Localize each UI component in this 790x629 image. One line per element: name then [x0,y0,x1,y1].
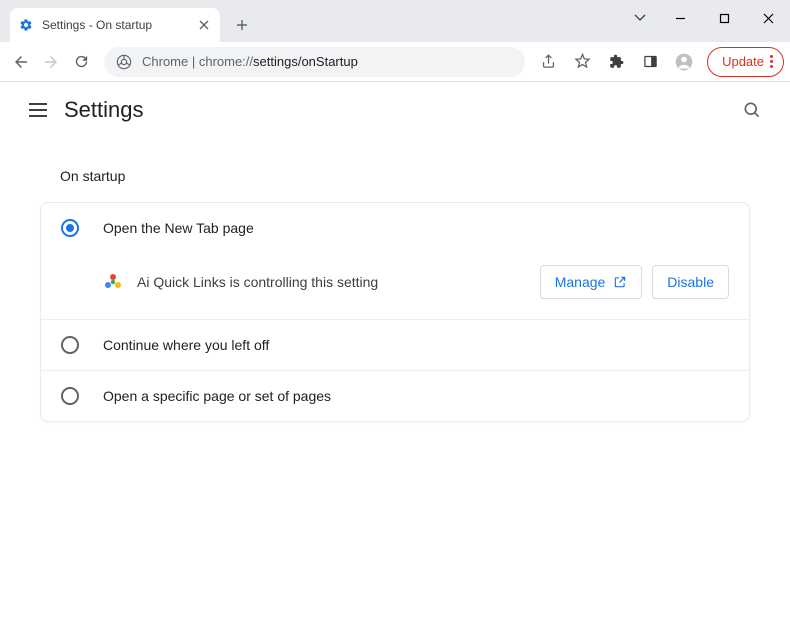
chevron-down-icon[interactable] [622,0,658,36]
address-bar[interactable]: Chrome | chrome://settings/onStartup [104,47,525,77]
startup-card: Open the New Tab page Ai Quick Links is … [40,202,750,422]
option-continue[interactable]: Continue where you left off [41,319,749,370]
profile-icon[interactable] [669,47,699,77]
option-new-tab[interactable]: Open the New Tab page [41,203,749,253]
extension-message: Ai Quick Links is controlling this setti… [137,274,378,290]
content: On startup Open the New Tab page Ai Quic… [0,138,790,442]
more-icon [770,55,773,68]
extensions-icon[interactable] [601,47,631,77]
option-label: Continue where you left off [103,337,269,353]
toolbar: Chrome | chrome://settings/onStartup Upd… [0,42,790,82]
title-bar: Settings - On startup [0,0,790,42]
back-button[interactable] [6,47,36,77]
tab-title: Settings - On startup [42,18,196,32]
radio-unselected[interactable] [61,336,79,354]
address-path: settings/onStartup [253,54,358,69]
reload-button[interactable] [66,47,96,77]
address-prefix: Chrome | chrome:// [142,54,253,69]
page-title: Settings [64,97,144,123]
section-title: On startup [60,168,750,184]
close-icon[interactable] [196,17,212,33]
browser-tab[interactable]: Settings - On startup [10,8,220,42]
option-specific-pages[interactable]: Open a specific page or set of pages [41,370,749,421]
disable-label: Disable [667,274,714,290]
window-controls [622,0,790,36]
maximize-button[interactable] [702,0,746,36]
settings-header: Settings [0,82,790,138]
gear-icon [18,17,34,33]
disable-button[interactable]: Disable [652,265,729,299]
update-button[interactable]: Update [707,47,784,77]
option-label: Open the New Tab page [103,220,254,236]
forward-button [36,47,66,77]
bookmark-icon[interactable] [567,47,597,77]
manage-button[interactable]: Manage [540,265,643,299]
panel-icon[interactable] [635,47,665,77]
extension-app-icon [103,272,123,292]
chrome-icon [116,54,132,70]
external-link-icon [613,275,627,289]
radio-selected[interactable] [61,219,79,237]
manage-label: Manage [555,274,606,290]
minimize-button[interactable] [658,0,702,36]
close-window-button[interactable] [746,0,790,36]
option-label: Open a specific page or set of pages [103,388,331,404]
menu-icon[interactable] [20,92,56,128]
update-label: Update [722,54,764,69]
radio-unselected[interactable] [61,387,79,405]
search-icon[interactable] [734,92,770,128]
new-tab-button[interactable] [228,11,256,39]
share-icon[interactable] [533,47,563,77]
extension-notice: Ai Quick Links is controlling this setti… [41,253,749,319]
